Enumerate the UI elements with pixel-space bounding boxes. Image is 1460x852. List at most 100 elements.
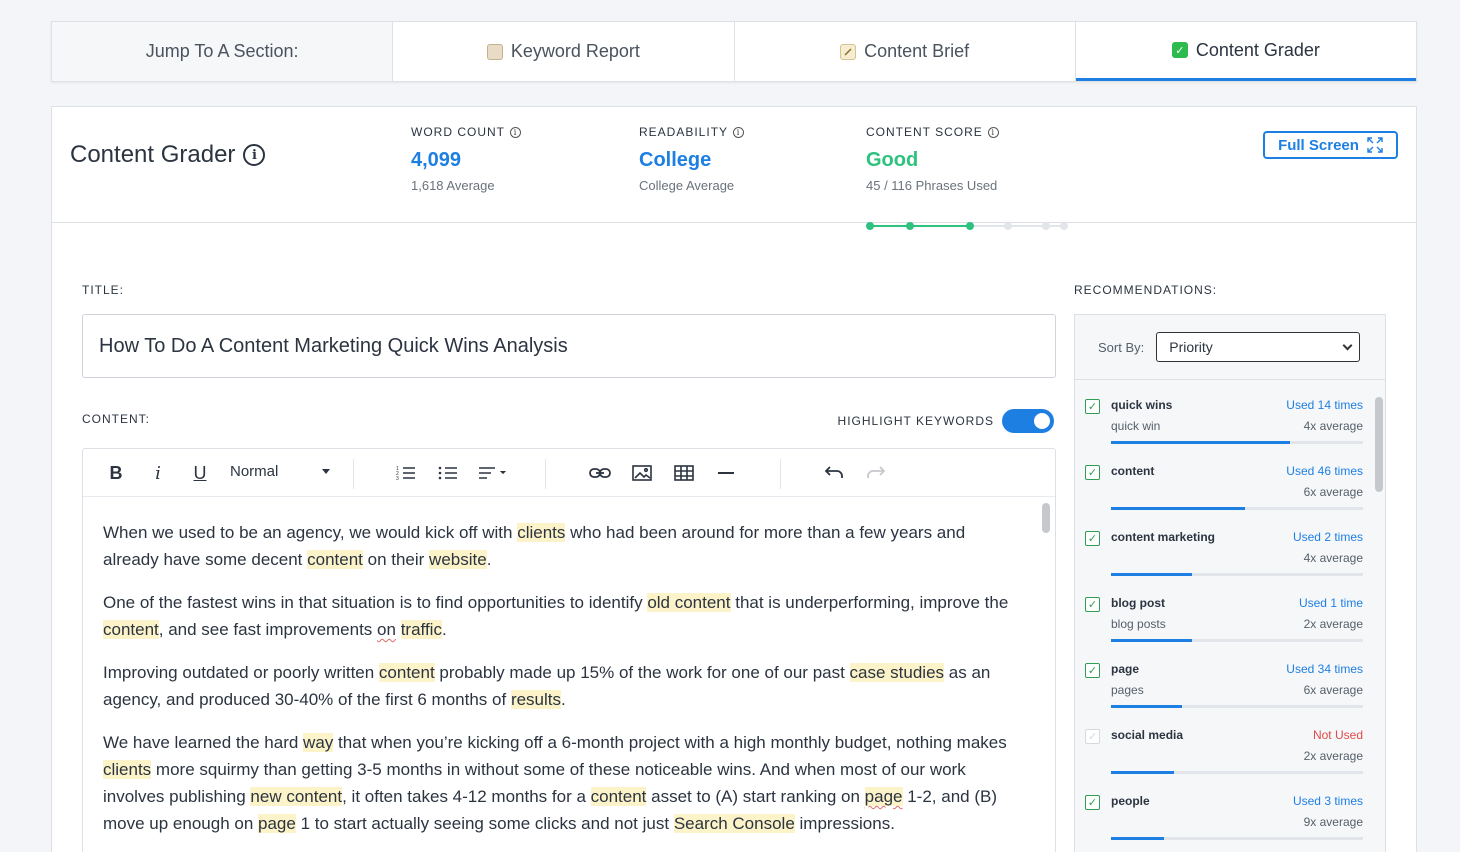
readability-value: College (639, 149, 712, 171)
image-icon[interactable] (631, 461, 653, 485)
italic-icon[interactable]: i (149, 461, 167, 485)
chevron-down-icon (1342, 340, 1353, 350)
recommendation-progress-fill (1111, 507, 1245, 510)
recommendation-item[interactable]: ✓ content marketing Used 2 times 4x average (1075, 513, 1375, 579)
recommendation-variant: blog posts (1111, 617, 1166, 631)
highlight-keywords-toggle[interactable] (1002, 409, 1054, 433)
table-icon[interactable] (673, 461, 695, 485)
content-score-value: Good (866, 149, 919, 171)
word-count-metric: WORD COUNT i 4,099 1,618 Average (411, 125, 521, 193)
text-format-select[interactable]: Normal (230, 463, 331, 480)
recommendation-item[interactable]: ✓ social media Not Used 2x average (1075, 711, 1375, 777)
editor-scrollbar[interactable] (1041, 501, 1051, 852)
recommendation-progress (1111, 441, 1363, 444)
recommendation-item[interactable]: ✓ quick wins quick win Used 14 times 4x aver… (1075, 381, 1375, 447)
recommendation-average: 6x average (1303, 683, 1363, 697)
tab-jump-label: Jump To A Section: (52, 22, 394, 81)
phrases-used: 45 / 116 Phrases Used (866, 178, 998, 193)
caret-down-icon (322, 469, 331, 474)
checkbox-icon[interactable]: ✓ (1085, 663, 1100, 678)
recommendation-phrase: quick wins (1111, 398, 1173, 412)
recommendation-progress (1111, 639, 1363, 642)
recommendation-progress-fill (1111, 573, 1192, 576)
recommendation-usage: Not Used (1312, 728, 1363, 742)
bullet-list-icon[interactable] (437, 461, 459, 485)
recommendation-usage: Used 46 times (1286, 464, 1363, 478)
sort-by-select[interactable]: Priority (1156, 332, 1361, 362)
recommendation-item[interactable]: ✓ page pages Used 34 times 6x average (1075, 645, 1375, 711)
recommendations-scrollbar[interactable] (1375, 397, 1383, 492)
recommendation-progress-fill (1111, 771, 1174, 774)
recommendation-average: 4x average (1303, 551, 1363, 565)
recommendations-panel: Sort By: Priority ✓ quick wins quick win Us… (1074, 314, 1386, 852)
recommendation-progress-fill (1111, 441, 1290, 444)
recommendation-variant: pages (1111, 683, 1144, 697)
highlight-keywords-control: HIGHLIGHT KEYWORDS (838, 409, 1054, 433)
bold-icon[interactable]: B (107, 461, 125, 485)
info-icon[interactable]: i (243, 144, 266, 166)
recommendations-label: RECOMMENDATIONS: (1074, 283, 1218, 297)
check-icon: ✓ (1171, 42, 1188, 58)
readability-metric: READABILITY i College College Average (639, 125, 745, 193)
recommendation-average: 2x average (1303, 749, 1363, 763)
word-count-value: 4,099 (411, 149, 462, 171)
sort-row: Sort By: Priority (1075, 315, 1385, 380)
horizontal-rule-icon[interactable] (715, 461, 737, 485)
checkbox-icon[interactable]: ✓ (1085, 531, 1100, 546)
clipboard-icon (486, 43, 503, 60)
section-tabs: Jump To A Section: Keyword Report Conten… (51, 21, 1417, 82)
recommendation-phrase: blog post (1111, 596, 1165, 610)
recommendation-item[interactable]: ✓ people Used 3 times 9x average (1075, 777, 1375, 843)
tab-content-grader[interactable]: ✓ Content Grader (1075, 22, 1416, 81)
memo-icon (840, 43, 857, 60)
redo-icon[interactable] (865, 461, 887, 485)
recommendation-progress (1111, 837, 1363, 840)
score-step-dot (1060, 222, 1068, 230)
page-title: Content Grader i (70, 141, 266, 169)
undo-icon[interactable] (823, 461, 845, 485)
tab-keyword-report[interactable]: Keyword Report (393, 22, 735, 81)
grader-header: Content Grader i WORD COUNT i 4,099 1,61… (52, 107, 1416, 230)
checkbox-icon[interactable]: ✓ (1085, 597, 1100, 612)
full-screen-button[interactable]: Full Screen (1263, 131, 1398, 159)
ordered-list-icon[interactable]: 123 (395, 461, 417, 485)
svg-text:3: 3 (396, 476, 399, 481)
recommendation-variant: quick win (1111, 419, 1161, 433)
score-step-dot (866, 222, 874, 230)
recommendation-item[interactable]: ✓ blog post blog posts Used 1 time 2x averag… (1075, 579, 1375, 645)
content-text-area[interactable]: When we used to be an agency, we would k… (103, 519, 1013, 852)
underline-icon[interactable]: U (191, 461, 209, 485)
recommendation-progress (1111, 705, 1363, 708)
content-label: CONTENT: (82, 412, 150, 426)
recommendation-list: ✓ quick wins quick win Used 14 times 4x aver… (1075, 381, 1375, 843)
recommendation-phrase: social media (1111, 728, 1184, 742)
tab-content-brief[interactable]: Content Brief (735, 22, 1076, 81)
align-dropdown-icon[interactable] (477, 461, 511, 485)
recommendation-usage: Used 14 times (1286, 398, 1363, 412)
recommendation-progress (1111, 771, 1363, 774)
recommendation-progress-fill (1111, 837, 1164, 840)
score-step-dot (906, 222, 914, 230)
checkbox-icon[interactable]: ✓ (1085, 795, 1100, 810)
recommendation-phrase: page (1111, 662, 1140, 676)
link-icon[interactable] (589, 461, 611, 485)
title-input[interactable] (82, 314, 1056, 378)
recommendation-average: 2x average (1303, 617, 1363, 631)
checkbox-icon[interactable]: ✓ (1085, 465, 1100, 480)
checkbox-icon[interactable]: ✓ (1085, 399, 1100, 414)
recommendation-usage: Used 3 times (1292, 794, 1363, 808)
info-icon[interactable]: i (987, 126, 999, 138)
recommendation-average: 9x average (1303, 815, 1363, 829)
info-icon[interactable]: i (510, 126, 521, 138)
recommendation-usage: Used 1 time (1298, 596, 1363, 610)
recommendation-progress-fill (1111, 705, 1182, 708)
content-score-metric: CONTENT SCORE i Good 45 / 116 Phrases Us… (866, 125, 1076, 230)
title-label: TITLE: (82, 283, 125, 297)
score-step-dot (966, 222, 974, 230)
recommendation-usage: Used 2 times (1292, 530, 1363, 544)
info-icon[interactable]: i (733, 126, 745, 138)
recommendation-item[interactable]: ✓ content Used 46 times 6x average (1075, 447, 1375, 513)
checkbox-icon[interactable]: ✓ (1085, 729, 1100, 744)
editor-toolbar: B i U Normal 123 (83, 449, 1055, 497)
recommendation-phrase: people (1111, 794, 1150, 808)
